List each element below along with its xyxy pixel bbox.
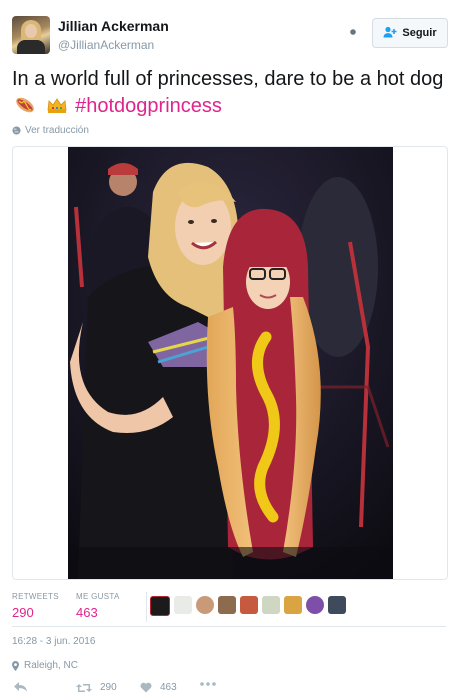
retweet-count: 290 bbox=[100, 682, 117, 693]
follow-user-icon bbox=[383, 26, 397, 41]
heart-icon bbox=[140, 682, 152, 693]
follow-button[interactable]: Seguir bbox=[372, 18, 448, 48]
like-count: 463 bbox=[160, 682, 177, 693]
likes-stat[interactable]: ME GUSTA 463 bbox=[76, 592, 120, 620]
user-handle[interactable]: @JillianAckerman bbox=[58, 38, 154, 52]
liker-avatar[interactable] bbox=[218, 596, 236, 614]
hashtag-link[interactable]: #hotdogprincess bbox=[75, 95, 222, 117]
liker-avatar[interactable] bbox=[174, 596, 192, 614]
reply-icon bbox=[14, 682, 27, 692]
liker-avatar[interactable] bbox=[262, 596, 280, 614]
gear-icon[interactable] bbox=[344, 24, 362, 42]
translate-label: Ver traducción bbox=[25, 125, 89, 136]
liker-avatar[interactable] bbox=[240, 596, 258, 614]
retweets-value: 290 bbox=[12, 605, 34, 620]
reply-button[interactable] bbox=[14, 682, 28, 692]
liker-avatar[interactable] bbox=[328, 596, 346, 614]
likes-value: 463 bbox=[76, 605, 98, 620]
tweet-actions: 290 463 bbox=[12, 680, 452, 700]
tweet-stats: RETWEETS 290 ME GUSTA 463 bbox=[12, 592, 452, 626]
liker-avatar[interactable] bbox=[150, 596, 170, 616]
likers-avatars bbox=[150, 596, 346, 616]
hotdog-emoji bbox=[16, 97, 34, 113]
tweet-header: Jillian Ackerman @JillianAckerman Seguir bbox=[12, 16, 452, 56]
more-icon bbox=[200, 682, 216, 686]
retweet-icon bbox=[76, 683, 92, 692]
avatar[interactable] bbox=[12, 16, 50, 54]
likes-label: ME GUSTA bbox=[76, 592, 120, 601]
retweets-stat[interactable]: RETWEETS 290 bbox=[12, 592, 59, 620]
pin-icon bbox=[12, 660, 19, 671]
tweet-text: In a world full of princesses, dare to b… bbox=[12, 66, 452, 120]
tweet-location[interactable]: Raleigh, NC bbox=[12, 660, 78, 671]
divider bbox=[12, 626, 446, 627]
retweets-label: RETWEETS bbox=[12, 592, 59, 601]
stats-divider bbox=[146, 592, 147, 622]
tweet-photo[interactable] bbox=[68, 147, 393, 579]
retweet-button[interactable]: 290 bbox=[76, 682, 117, 693]
more-button[interactable] bbox=[200, 682, 216, 686]
location-label: Raleigh, NC bbox=[24, 660, 78, 671]
liker-avatar[interactable] bbox=[306, 596, 324, 614]
globe-icon bbox=[12, 126, 21, 135]
like-button[interactable]: 463 bbox=[140, 682, 177, 693]
crown-emoji bbox=[47, 98, 67, 113]
liker-avatar[interactable] bbox=[284, 596, 302, 614]
tweet-timestamp[interactable]: 16:28 - 3 jun. 2016 bbox=[12, 636, 95, 647]
follow-label: Seguir bbox=[402, 27, 437, 39]
user-name[interactable]: Jillian Ackerman bbox=[58, 18, 169, 34]
tweet-text-body: In a world full of princesses, dare to b… bbox=[12, 68, 444, 90]
liker-avatar[interactable] bbox=[196, 596, 214, 614]
tweet-media[interactable] bbox=[12, 146, 448, 580]
translate-link[interactable]: Ver traducción bbox=[12, 125, 89, 136]
